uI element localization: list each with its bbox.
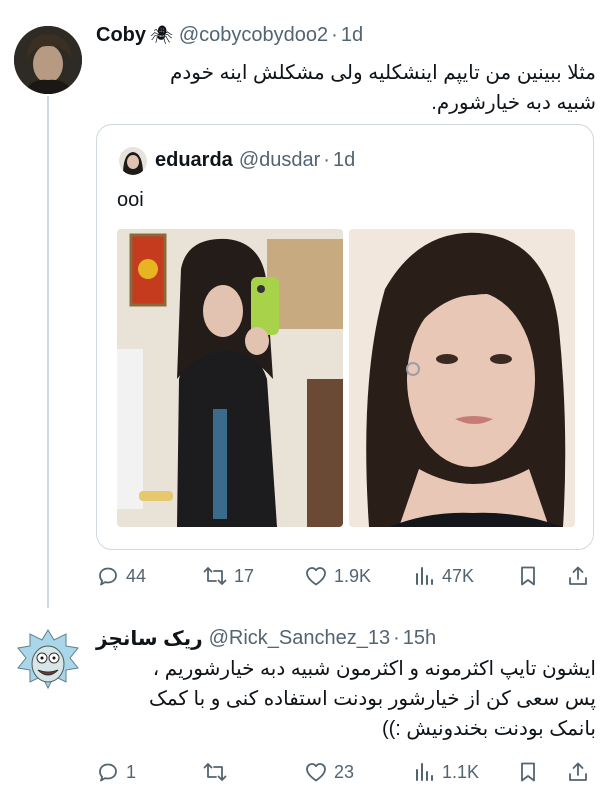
bookmark-icon: [521, 762, 535, 782]
bookmark-button[interactable]: [516, 562, 540, 590]
tweet-text-line: پس سعی کن از خیارشور بودنت استفاده کنی و…: [148, 688, 596, 710]
avatar-rick[interactable]: [14, 626, 82, 694]
reply-count: 1: [126, 761, 137, 782]
tweet-text-line: ایشون تایپ اکثرمونه و اکثرمون شبیه دبه خ…: [152, 658, 596, 680]
like-count: 23: [334, 761, 355, 782]
share-icon: [569, 762, 587, 781]
quoted-text: ooi: [117, 189, 144, 211]
views-count: 1.1K: [442, 761, 480, 782]
reply-count: 44: [126, 565, 147, 586]
share-button[interactable]: [566, 758, 590, 786]
retweet-icon: [203, 567, 227, 585]
tweet-coby[interactable]: Coby 🕷 @cobycobydoo2 · 1d مثلا ببینین من…: [0, 0, 607, 612]
views-icon: [416, 763, 433, 781]
tweet-rick[interactable]: ریک سانچز @Rick_Sanchez_13 · 15h ایشون ت…: [0, 612, 607, 800]
username-handle[interactable]: @cobycobydoo2: [179, 24, 328, 47]
username-handle[interactable]: @Rick_Sanchez_13: [209, 627, 391, 650]
tweet-text-line: مثلا ببینین من تایپم اینشکلیه ولی مشکلش …: [169, 62, 596, 84]
display-name[interactable]: Coby: [96, 24, 146, 47]
separator-dot: ·: [393, 627, 400, 649]
retweet-button[interactable]: [202, 758, 234, 786]
tweet-header: ریک سانچز @Rick_Sanchez_13 · 15h: [96, 626, 436, 651]
quoted-header: eduarda @dusdar · 1d: [155, 149, 355, 172]
views-button[interactable]: 47K: [412, 562, 474, 590]
views-button[interactable]: 1.1K: [412, 758, 479, 786]
avatar-eduarda[interactable]: [119, 147, 147, 175]
spider-emoji: 🕷: [150, 25, 173, 45]
tweet-actions-bar: 44 17 1.9K 47K: [96, 562, 596, 590]
retweet-icon: [203, 763, 227, 781]
reply-button[interactable]: 1: [96, 758, 136, 786]
tweet-header: Coby 🕷 @cobycobydoo2 · 1d: [96, 24, 363, 47]
views-count: 47K: [442, 565, 475, 586]
quoted-tweet-card[interactable]: eduarda @dusdar · 1d ooi: [96, 124, 594, 550]
reply-icon: [99, 763, 117, 782]
quoted-timestamp[interactable]: 1d: [333, 149, 355, 172]
share-icon: [569, 566, 587, 585]
bookmark-button[interactable]: [516, 758, 540, 786]
like-count: 1.9K: [334, 565, 372, 586]
share-button[interactable]: [566, 562, 590, 590]
display-name[interactable]: ریک سانچز: [96, 626, 203, 651]
like-button[interactable]: 23: [304, 758, 354, 786]
retweet-count: 17: [234, 565, 255, 586]
tweet-actions-bar: 1 23 1.1K: [96, 758, 596, 786]
views-icon: [416, 567, 433, 585]
retweet-button[interactable]: 17: [202, 562, 254, 590]
tweet-text-line: بانمک بودنت بخندونیش :)): [381, 718, 596, 740]
tweet-text: ایشون تایپ اکثرمونه و اکثرمون شبیه دبه خ…: [96, 654, 596, 744]
heart-icon: [306, 567, 326, 586]
reply-button[interactable]: 44: [96, 562, 146, 590]
tweet-text: مثلا ببینین من تایپم اینشکلیه ولی مشکلش …: [96, 58, 596, 118]
reply-icon: [99, 567, 117, 586]
separator-dot: ·: [323, 149, 330, 171]
quoted-photo-right[interactable]: [349, 229, 575, 527]
avatar-coby[interactable]: [14, 26, 82, 94]
separator-dot: ·: [331, 24, 338, 46]
like-button[interactable]: 1.9K: [304, 562, 371, 590]
bookmark-icon: [521, 566, 535, 586]
timestamp[interactable]: 15h: [403, 627, 436, 650]
quoted-display-name[interactable]: eduarda: [155, 149, 233, 172]
timestamp[interactable]: 1d: [341, 24, 363, 47]
quoted-photo-left[interactable]: [117, 229, 343, 527]
tweet-text-line: شبیه دبه خیارشورم.: [431, 92, 596, 114]
quoted-username[interactable]: @dusdar: [239, 149, 320, 172]
heart-icon: [306, 763, 326, 782]
